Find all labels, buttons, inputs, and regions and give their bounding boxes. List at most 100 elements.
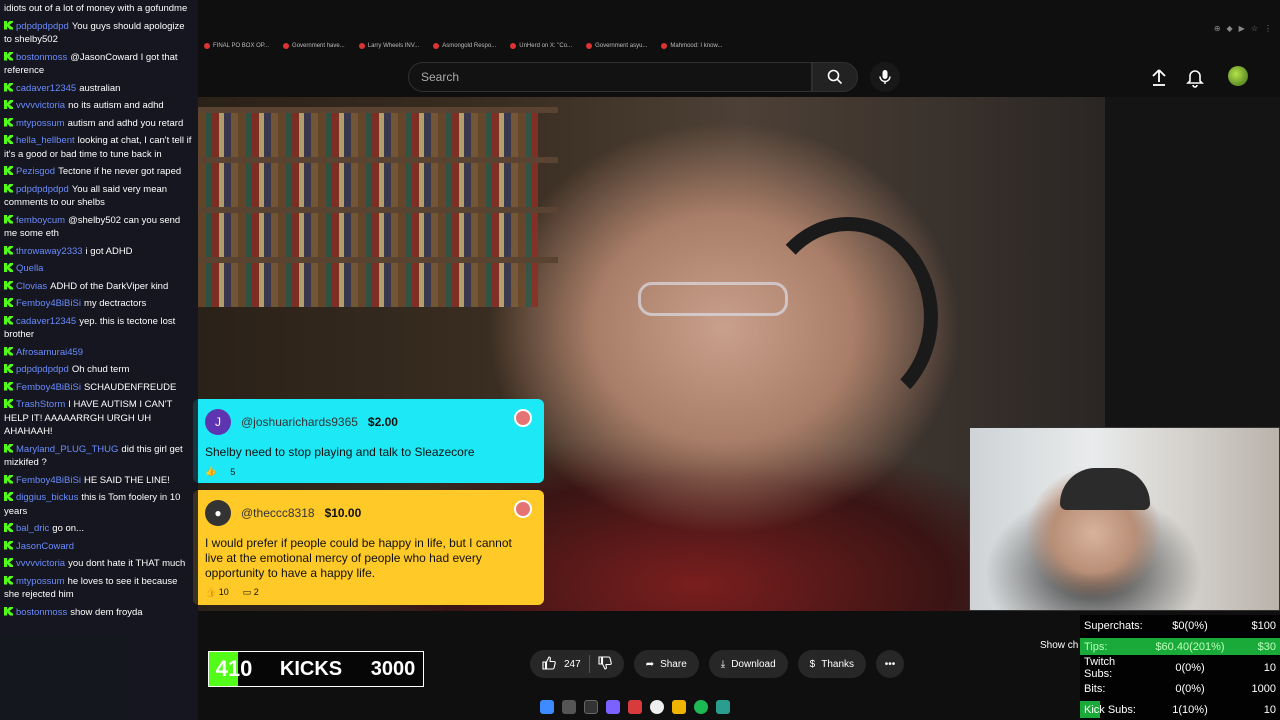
kicks-goal-bar: 410 KICKS 3000 (208, 651, 424, 687)
chat-text: HE SAID THE LINE! (83, 474, 170, 486)
folder-icon[interactable] (672, 700, 686, 714)
flag-icon (514, 409, 532, 427)
bookmark-item[interactable]: Mahmood: I know... (661, 43, 722, 49)
goal-label: Bits: (1084, 682, 1106, 695)
play-icon[interactable]: ▶ (1239, 24, 1245, 33)
goal-value: 0(0%) (1175, 682, 1205, 695)
chat-username[interactable]: pdpdpdpdpd (16, 21, 69, 32)
chat-username[interactable]: Quella (16, 263, 43, 274)
kick-badge-icon (4, 364, 13, 373)
zoom-icon[interactable]: ⊕ (1214, 24, 1221, 33)
kick-badge-icon (4, 214, 13, 224)
bookmark-label: Asmongold Respo... (442, 43, 497, 49)
task-view-icon[interactable] (584, 700, 598, 714)
chat-username[interactable]: Afrosamurai459 (16, 347, 83, 358)
menu-icon[interactable]: ⋮ (1264, 24, 1272, 33)
search-input[interactable]: Search (408, 62, 812, 92)
chat-text: show dem froyda (70, 606, 143, 618)
chat-username[interactable]: femboycum (16, 215, 65, 226)
goal-value: 1(10%) (1172, 703, 1208, 716)
thumbs-down-icon (598, 655, 612, 670)
bookmark-item[interactable]: FINAL PO BOX OP... (204, 43, 269, 49)
chat-username[interactable]: bal_dric (16, 523, 49, 534)
chat-username[interactable]: diggius_bickus (16, 492, 78, 503)
bookmark-item[interactable]: UnHerd on X: "Co... (510, 43, 572, 49)
chat-username[interactable]: hella_hellbent (16, 135, 75, 146)
chat-username[interactable]: bostonmoss (16, 52, 67, 63)
goal-label: Superchats: (1084, 619, 1143, 632)
goal-label: Kick Subs: (1084, 703, 1136, 716)
bookmark-label: FINAL PO BOX OP... (213, 43, 270, 49)
windows-start-icon[interactable] (540, 700, 554, 714)
like-button[interactable] (542, 655, 556, 673)
bookmark-favicon-icon (433, 43, 440, 49)
browser-toolbar-icons: ⊕ ◆ ▶ ☆ ⋮ (1214, 24, 1272, 33)
chat-username[interactable]: bostonmoss (16, 607, 67, 618)
spotify-icon[interactable] (694, 700, 708, 714)
chat-username[interactable]: vvvvvictoria (16, 100, 65, 111)
chat-username[interactable]: Pezisgod (16, 166, 55, 177)
superchat-card: J @joshuarichards9365 $2.00 Shelby need … (193, 399, 544, 483)
kick-badge-icon (4, 183, 13, 193)
notifications-button[interactable] (1184, 66, 1206, 88)
chat-username[interactable]: Femboy4BiBiSi (16, 298, 81, 309)
share-button[interactable]: ➦ Share (633, 650, 699, 678)
dislike-button[interactable] (598, 655, 612, 673)
chat-username[interactable]: pdpdpdpdpd (16, 184, 69, 195)
chat-username[interactable]: JasonCoward (16, 541, 74, 552)
chat-message: femboycum @shelby502 can you send me some… (4, 212, 194, 243)
chat-username[interactable]: mtypossum (16, 118, 65, 129)
bookmark-item[interactable]: Government have... (283, 43, 345, 49)
chat-username[interactable]: Clovias (16, 281, 47, 292)
share-icon: ➦ (645, 658, 655, 670)
chat-username[interactable]: Maryland_PLUG_THUG (16, 444, 118, 455)
create-button[interactable] (1148, 66, 1170, 88)
chat-message: cadaver12345 yep. this is tectone lost br… (4, 313, 194, 344)
chat-message: pdpdpdpdpd You guys should apologize to s… (4, 18, 194, 49)
search-button[interactable] (812, 62, 858, 92)
chat-message: Femboy4BiBiSi my dectractors (4, 295, 194, 313)
chat-username[interactable]: cadaver12345 (16, 83, 76, 94)
chat-username[interactable]: mtypossum (16, 576, 65, 587)
chat-username[interactable]: Femboy4BiBiSi (16, 382, 81, 393)
account-avatar[interactable] (1228, 66, 1248, 86)
chat-message: Pezisgod Tectone if he never got raped (4, 163, 194, 181)
webcam-cap (1060, 468, 1150, 510)
upload-icon (1152, 69, 1166, 86)
reply-icon: ▭ (242, 587, 252, 597)
download-button[interactable]: ⤓ Download (708, 650, 788, 678)
chat-username[interactable]: Femboy4BiBiSi (16, 475, 81, 486)
related-panel (1105, 97, 1280, 427)
reply-count: 2 (253, 587, 259, 597)
kick-badge-icon (4, 523, 13, 532)
bookmark-item[interactable]: Asmongold Respo... (433, 43, 496, 49)
thumbs-up-icon: 👍 (205, 466, 217, 476)
goal-target: 10 (1263, 661, 1276, 674)
chat-username[interactable]: pdpdpdpdpd (16, 364, 69, 375)
chat-username[interactable]: cadaver12345 (16, 316, 76, 327)
chat-message: Femboy4BiBiSi SCHAUDENFREUDE (4, 379, 194, 397)
app-icon[interactable] (628, 700, 642, 714)
download-icon: ⤓ (720, 658, 726, 670)
voice-search-button[interactable] (870, 62, 900, 92)
xbox-icon[interactable] (716, 700, 730, 714)
chat-username[interactable]: vvvvvictoria (16, 558, 65, 569)
more-actions-button[interactable]: ••• (876, 650, 905, 678)
bell-icon (1186, 70, 1204, 88)
star-icon[interactable]: ☆ (1251, 24, 1258, 33)
bookmark-item[interactable]: Government asyu... (586, 43, 647, 49)
chat-message: Femboy4BiBiSi HE SAID THE LINE! (4, 472, 194, 490)
chrome-icon[interactable] (650, 700, 664, 714)
chat-username[interactable]: throwaway2333 (16, 246, 83, 257)
chat-username[interactable]: TrashStorm (16, 399, 65, 410)
like-dislike-group: 247 (530, 650, 624, 678)
extension-icon[interactable]: ◆ (1227, 24, 1233, 33)
goal-row: Kick Subs: 1(10%) 10 (1080, 699, 1280, 720)
show-chat-button[interactable]: Show ch (1040, 640, 1078, 651)
thanks-button[interactable]: $ Thanks (797, 650, 867, 678)
bookmark-label: Government have... (292, 43, 345, 49)
search-icon[interactable] (562, 700, 576, 714)
like-count: 247 (564, 658, 581, 670)
bookmark-item[interactable]: Larry Wheels INV... (358, 43, 419, 49)
discord-icon[interactable] (606, 700, 620, 714)
